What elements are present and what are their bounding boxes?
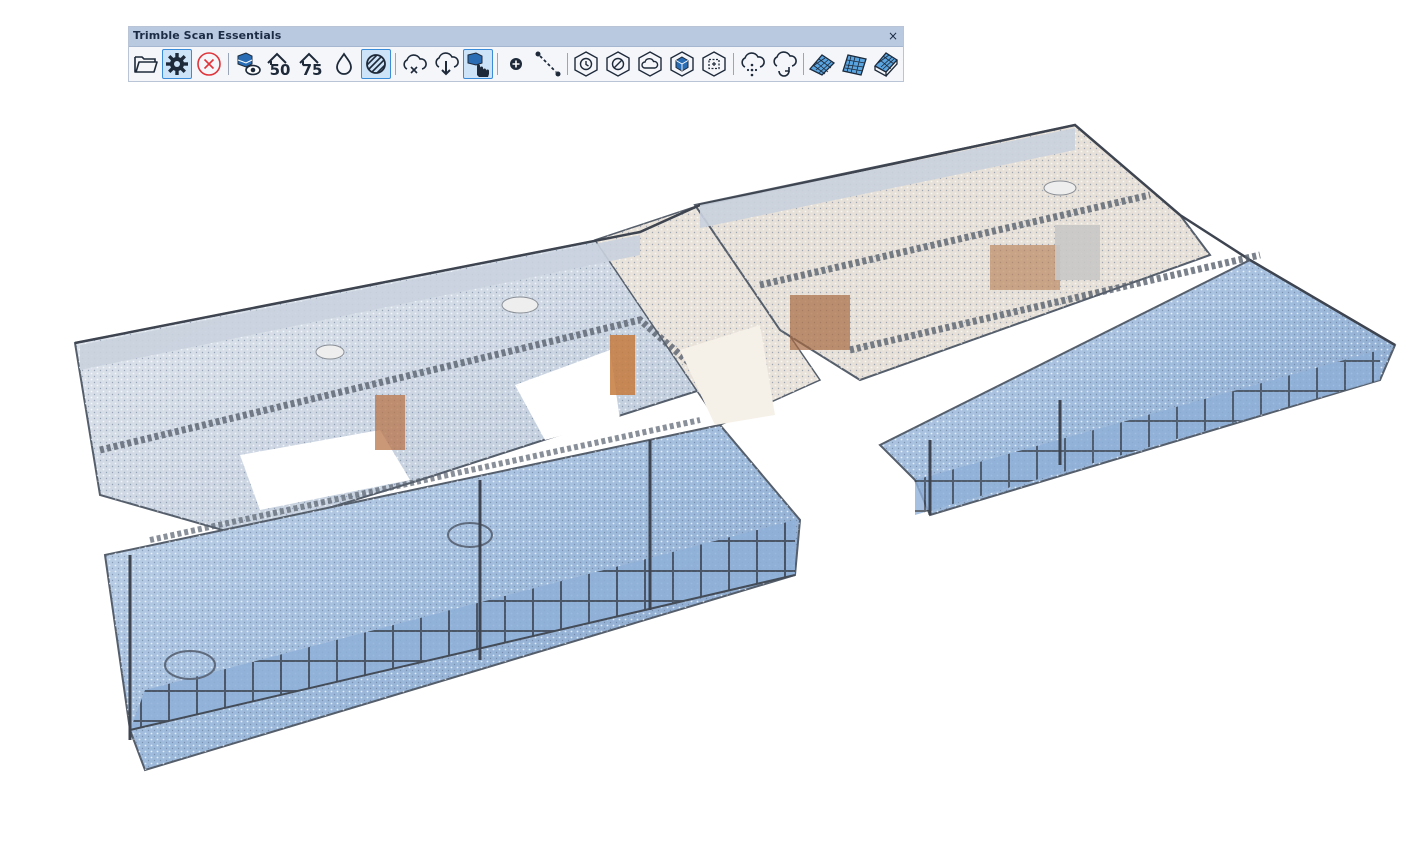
toolbar-title: Trimble Scan Essentials: [133, 29, 282, 42]
point-cloud-viewport[interactable]: [0, 86, 1419, 857]
add-point-icon: [510, 58, 522, 70]
cloud-refresh-button[interactable]: [769, 49, 799, 79]
scan-visibility-icon: [237, 52, 261, 76]
gear-icon: [166, 53, 188, 75]
close-circle-icon: [197, 52, 221, 76]
cloud-refresh-icon: [773, 51, 797, 77]
toolbar-title-bar[interactable]: Trimble Scan Essentials ×: [129, 27, 903, 47]
mesh-plane-3-icon: [873, 52, 899, 78]
cloud-download-icon: [435, 52, 459, 76]
hex-slash-icon: [606, 51, 630, 77]
intensity-mode-button[interactable]: [361, 49, 391, 79]
drop-icon: [336, 52, 352, 75]
folder-open-icon: [134, 56, 158, 73]
density-75-button[interactable]: 75: [297, 49, 327, 79]
hex-cube-icon: [670, 51, 694, 77]
toolbar-button-row: 50 75: [129, 47, 903, 81]
hex-clip-button[interactable]: [603, 49, 633, 79]
mesh-plane-2-button[interactable]: [839, 49, 869, 79]
open-scan-button[interactable]: [131, 49, 161, 79]
mesh-plane-1-icon: [808, 54, 836, 76]
hand-select-icon: [467, 52, 489, 77]
striped-circle-icon: [366, 54, 386, 74]
toolbar-separator: [567, 53, 568, 75]
density-50-icon: 50: [267, 52, 291, 78]
hex-cloud-button[interactable]: [635, 49, 665, 79]
point-cloud-scan-model: [73, 123, 1397, 772]
toolbar-close-button[interactable]: ×: [888, 28, 898, 44]
cloud-points-button[interactable]: [737, 49, 767, 79]
add-point-button[interactable]: [501, 49, 531, 79]
mesh-plane-2-icon: [842, 54, 867, 76]
toolbar-separator: [395, 53, 396, 75]
hex-cloud-icon: [638, 51, 662, 77]
toolbar-separator: [228, 53, 229, 75]
toolbar-separator: [497, 53, 498, 75]
scan-visibility-button[interactable]: [233, 49, 263, 79]
density-50-button[interactable]: 50: [265, 49, 295, 79]
select-points-button[interactable]: [463, 49, 493, 79]
toolbar-separator: [733, 53, 734, 75]
hex-crop-icon: [702, 51, 726, 77]
measure-distance-button[interactable]: [533, 49, 563, 79]
color-mode-button[interactable]: [329, 49, 359, 79]
cloud-points-icon: [741, 52, 765, 77]
cloud-remove-icon: [403, 54, 427, 74]
mesh-plane-1-button[interactable]: [807, 49, 837, 79]
svg-text:50: 50: [270, 61, 291, 78]
close-scan-button[interactable]: [194, 49, 224, 79]
density-75-icon: 75: [299, 52, 323, 78]
hex-history-button[interactable]: [571, 49, 601, 79]
svg-text:75: 75: [302, 61, 323, 78]
hex-crop-button[interactable]: [699, 49, 729, 79]
application-canvas: Trimble Scan Essentials × 50 75: [0, 0, 1419, 857]
hex-history-icon: [574, 51, 598, 77]
toolbar-separator: [803, 53, 804, 75]
mesh-plane-3-button[interactable]: [871, 49, 901, 79]
trimble-scan-essentials-toolbar: Trimble Scan Essentials × 50 75: [128, 26, 904, 82]
settings-button[interactable]: [162, 49, 192, 79]
cloud-remove-button[interactable]: [399, 49, 429, 79]
measure-line-icon: [535, 51, 561, 77]
cloud-download-button[interactable]: [431, 49, 461, 79]
hex-cube-button[interactable]: [667, 49, 697, 79]
